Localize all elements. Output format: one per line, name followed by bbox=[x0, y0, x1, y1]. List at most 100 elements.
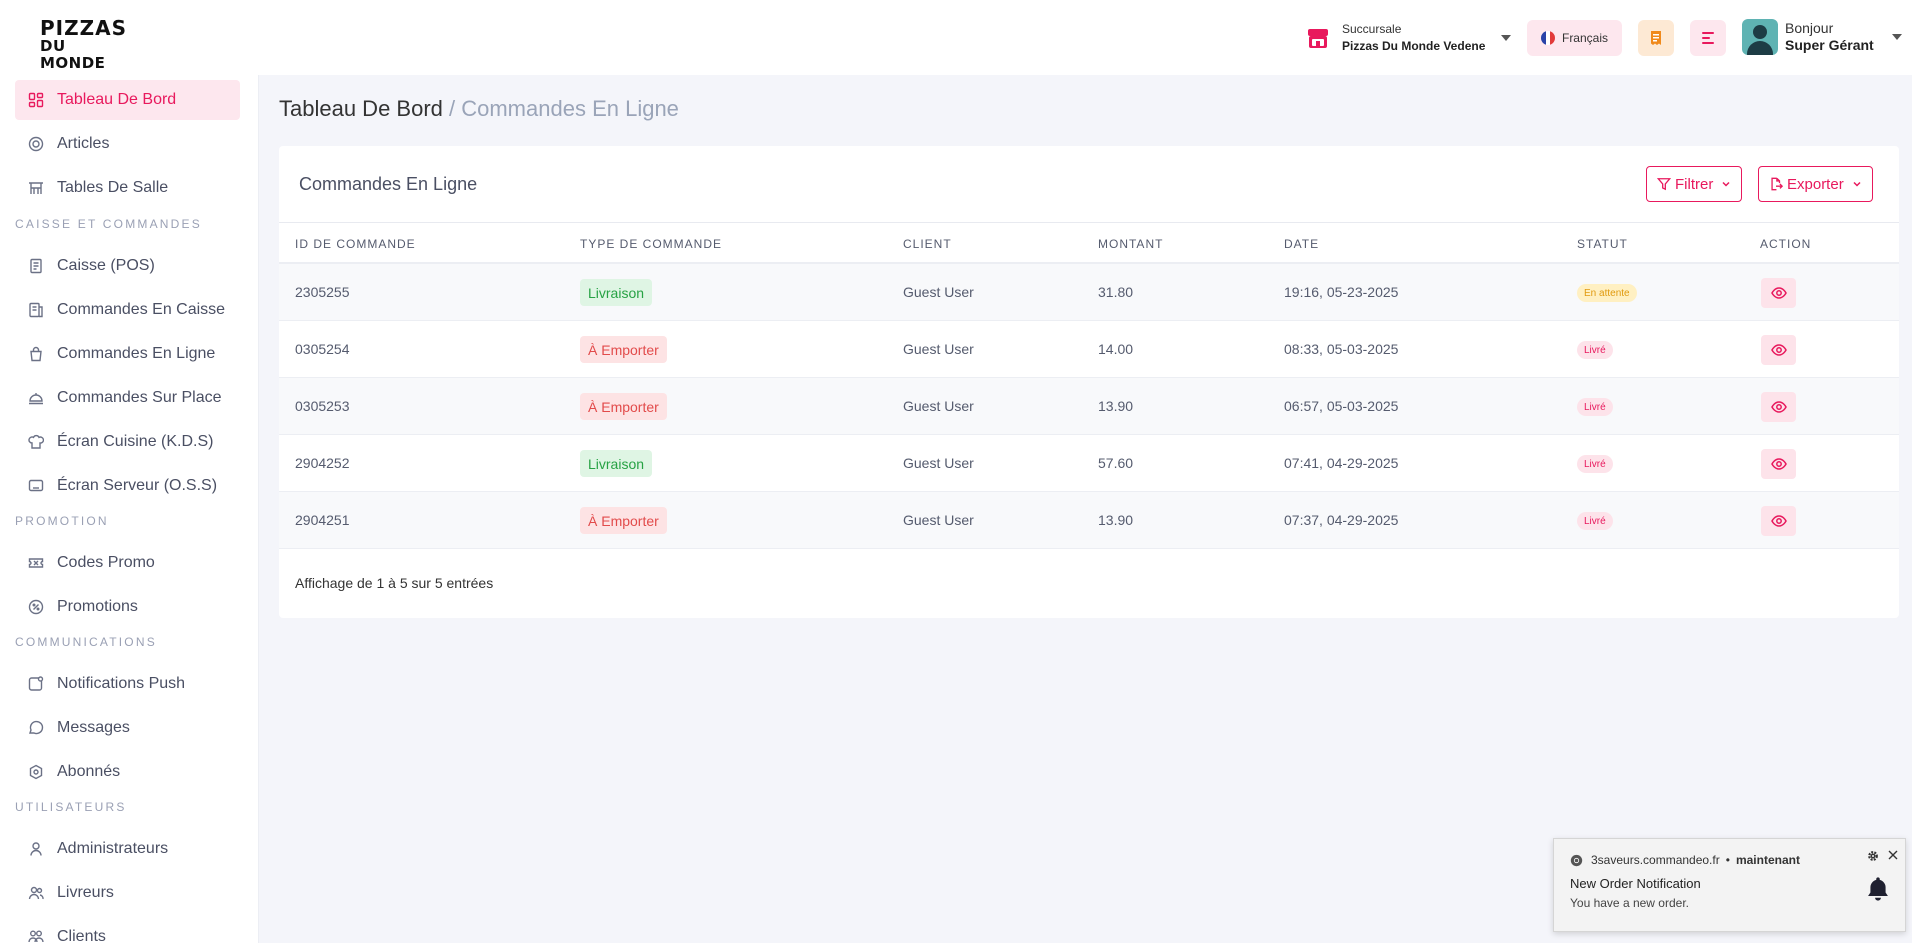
sidebar-item-administrateurs[interactable]: Administrateurs bbox=[15, 829, 240, 869]
view-order-button[interactable] bbox=[1761, 278, 1796, 308]
order-type-badge: À Emporter bbox=[580, 507, 667, 534]
browser-notification[interactable]: 3saveurs.commandeo.fr • maintenant New O… bbox=[1553, 838, 1906, 932]
order-id: 2305255 bbox=[295, 284, 350, 300]
sidebar-item-notifications-push[interactable]: Notifications Push bbox=[15, 664, 240, 704]
order-amount: 57.60 bbox=[1098, 455, 1134, 471]
sidebar-item-commandes-en-ligne[interactable]: Commandes En Ligne bbox=[15, 334, 240, 374]
order-client: Guest User bbox=[903, 455, 974, 471]
filter-button[interactable]: Filtrer bbox=[1646, 166, 1743, 202]
language-selector[interactable]: Français bbox=[1527, 20, 1622, 56]
section-label-utilisateurs: UTILISATEURS bbox=[15, 800, 127, 814]
view-order-button[interactable] bbox=[1761, 335, 1796, 365]
dashboard-icon bbox=[28, 92, 44, 108]
breadcrumb-separator: / bbox=[442, 96, 462, 121]
section-label-promotion: PROMOTION bbox=[15, 514, 109, 528]
table-header: ID DE COMMANDE TYPE DE COMMANDE CLIENT M… bbox=[279, 223, 1899, 264]
export-label: Exporter bbox=[1787, 175, 1844, 193]
order-client: Guest User bbox=[903, 284, 974, 300]
column-header-date[interactable]: DATE bbox=[1284, 237, 1319, 251]
chevron-down-icon bbox=[1501, 35, 1512, 41]
kitchen-icon bbox=[28, 434, 44, 449]
view-order-button[interactable] bbox=[1761, 392, 1796, 422]
menu-toggle-button[interactable] bbox=[1690, 20, 1726, 56]
top-header: PIZZAS DU MONDE Succursale Pizzas Du Mon… bbox=[0, 0, 1912, 75]
admin-icon bbox=[30, 842, 42, 856]
order-amount: 31.80 bbox=[1098, 284, 1134, 300]
sidebar-item-label: Articles bbox=[57, 135, 110, 152]
tables-icon bbox=[29, 182, 43, 194]
notification-close-button[interactable] bbox=[1887, 848, 1899, 866]
sidebar-item-articles[interactable]: Articles bbox=[15, 124, 240, 164]
sidebar-item-commandes-en-caisse[interactable]: Commandes En Caisse bbox=[15, 290, 240, 330]
column-header-action: ACTION bbox=[1760, 237, 1812, 251]
section-label-communications: COMMUNICATIONS bbox=[15, 635, 157, 649]
breadcrumb-root[interactable]: Tableau De Bord bbox=[279, 96, 443, 121]
notification-time: maintenant bbox=[1735, 853, 1800, 867]
table-row[interactable]: 0305253 À Emporter Guest User 13.90 06:5… bbox=[279, 378, 1899, 435]
view-order-button[interactable] bbox=[1761, 449, 1796, 479]
branch-selector[interactable]: Succursale Pizzas Du Monde Vedene bbox=[1306, 18, 1512, 58]
table-row[interactable]: 2904252 Livraison Guest User 57.60 07:41… bbox=[279, 435, 1899, 492]
push-icon bbox=[28, 676, 44, 691]
menu-lines-icon bbox=[1702, 32, 1714, 44]
sidebar-item-messages[interactable]: Messages bbox=[15, 708, 240, 748]
drivers-icon bbox=[28, 886, 44, 900]
export-icon bbox=[1771, 177, 1783, 191]
store-icon bbox=[1308, 29, 1328, 48]
brand-logo[interactable]: PIZZAS DU MONDE bbox=[40, 18, 126, 72]
sidebar-item-clients[interactable]: Clients bbox=[15, 917, 240, 943]
sidebar-item-codes-promo[interactable]: Codes Promo bbox=[15, 543, 240, 583]
table-row[interactable]: 0305254 À Emporter Guest User 14.00 08:3… bbox=[279, 321, 1899, 378]
sidebar-item-label: Messages bbox=[57, 719, 130, 736]
sidebar-item-ecran-serveur[interactable]: Écran Serveur (O.S.S) bbox=[15, 466, 240, 506]
orders-card: Commandes En Ligne Filtrer Exporter ID D… bbox=[279, 146, 1899, 618]
online-orders-icon bbox=[30, 346, 42, 362]
gear-icon bbox=[1868, 851, 1878, 861]
sidebar-item-tables-de-salle[interactable]: Tables De Salle bbox=[15, 168, 240, 208]
section-label-caisse: CAISSE ET COMMANDES bbox=[15, 217, 202, 231]
export-button[interactable]: Exporter bbox=[1758, 166, 1873, 202]
order-date: 06:57, 05-03-2025 bbox=[1284, 398, 1399, 414]
order-type-badge: Livraison bbox=[580, 279, 653, 306]
column-header-statut[interactable]: STATUT bbox=[1577, 237, 1628, 251]
sidebar-item-abonnes[interactable]: Abonnés bbox=[15, 752, 240, 792]
breadcrumb: Tableau De Bord / Commandes En Ligne bbox=[279, 96, 679, 122]
notification-settings-button[interactable] bbox=[1867, 849, 1879, 867]
table-row[interactable]: 2305255 Livraison Guest User 31.80 19:16… bbox=[279, 264, 1899, 321]
column-header-id[interactable]: ID DE COMMANDE bbox=[295, 237, 416, 251]
sidebar-item-label: Écran Cuisine (K.D.S) bbox=[57, 433, 214, 450]
sidebar-item-label: Caisse (POS) bbox=[57, 257, 155, 274]
order-type-badge: Livraison bbox=[580, 450, 653, 477]
view-order-button[interactable] bbox=[1761, 506, 1796, 536]
notification-dot: • bbox=[1725, 853, 1730, 867]
column-header-client[interactable]: CLIENT bbox=[903, 237, 952, 251]
sidebar-item-caisse-pos[interactable]: Caisse (POS) bbox=[15, 246, 240, 286]
sidebar-item-ecran-cuisine[interactable]: Écran Cuisine (K.D.S) bbox=[15, 422, 240, 462]
column-header-type[interactable]: TYPE DE COMMANDE bbox=[580, 237, 722, 251]
sidebar-item-label: Commandes En Caisse bbox=[57, 301, 226, 318]
table-row[interactable]: 2904251 À Emporter Guest User 13.90 07:3… bbox=[279, 492, 1899, 549]
chevron-down-icon bbox=[1722, 181, 1730, 187]
logo-line2: DU MONDE bbox=[40, 37, 106, 72]
user-menu[interactable]: Bonjour Super Gérant bbox=[1742, 19, 1902, 55]
sidebar-item-livreurs[interactable]: Livreurs bbox=[15, 873, 240, 913]
order-date: 08:33, 05-03-2025 bbox=[1284, 341, 1399, 357]
sidebar-item-label: Codes Promo bbox=[57, 554, 155, 571]
sidebar-item-commandes-sur-place[interactable]: Commandes Sur Place bbox=[15, 378, 240, 418]
user-name: Super Gérant bbox=[1785, 37, 1874, 53]
sidebar-item-label: Écran Serveur (O.S.S) bbox=[57, 477, 218, 494]
sidebar-item-label: Promotions bbox=[57, 598, 138, 615]
order-id: 0305254 bbox=[295, 341, 350, 357]
branch-name: Pizzas Du Monde Vedene bbox=[1342, 39, 1486, 53]
sidebar-item-promotions[interactable]: Promotions bbox=[15, 587, 240, 627]
order-client: Guest User bbox=[903, 398, 974, 414]
status-badge: Livré bbox=[1577, 341, 1613, 359]
articles-icon bbox=[28, 136, 44, 152]
column-header-montant[interactable]: MONTANT bbox=[1098, 237, 1163, 251]
sidebar-item-label: Tableau De Bord bbox=[57, 91, 177, 108]
pos-shortcut-button[interactable] bbox=[1638, 20, 1674, 56]
sidebar-item-tableau-de-bord[interactable]: Tableau De Bord bbox=[15, 80, 240, 120]
sidebar-item-label: Abonnés bbox=[57, 763, 121, 780]
orders-table: ID DE COMMANDE TYPE DE COMMANDE CLIENT M… bbox=[279, 222, 1899, 549]
order-date: 07:37, 04-29-2025 bbox=[1284, 512, 1399, 528]
